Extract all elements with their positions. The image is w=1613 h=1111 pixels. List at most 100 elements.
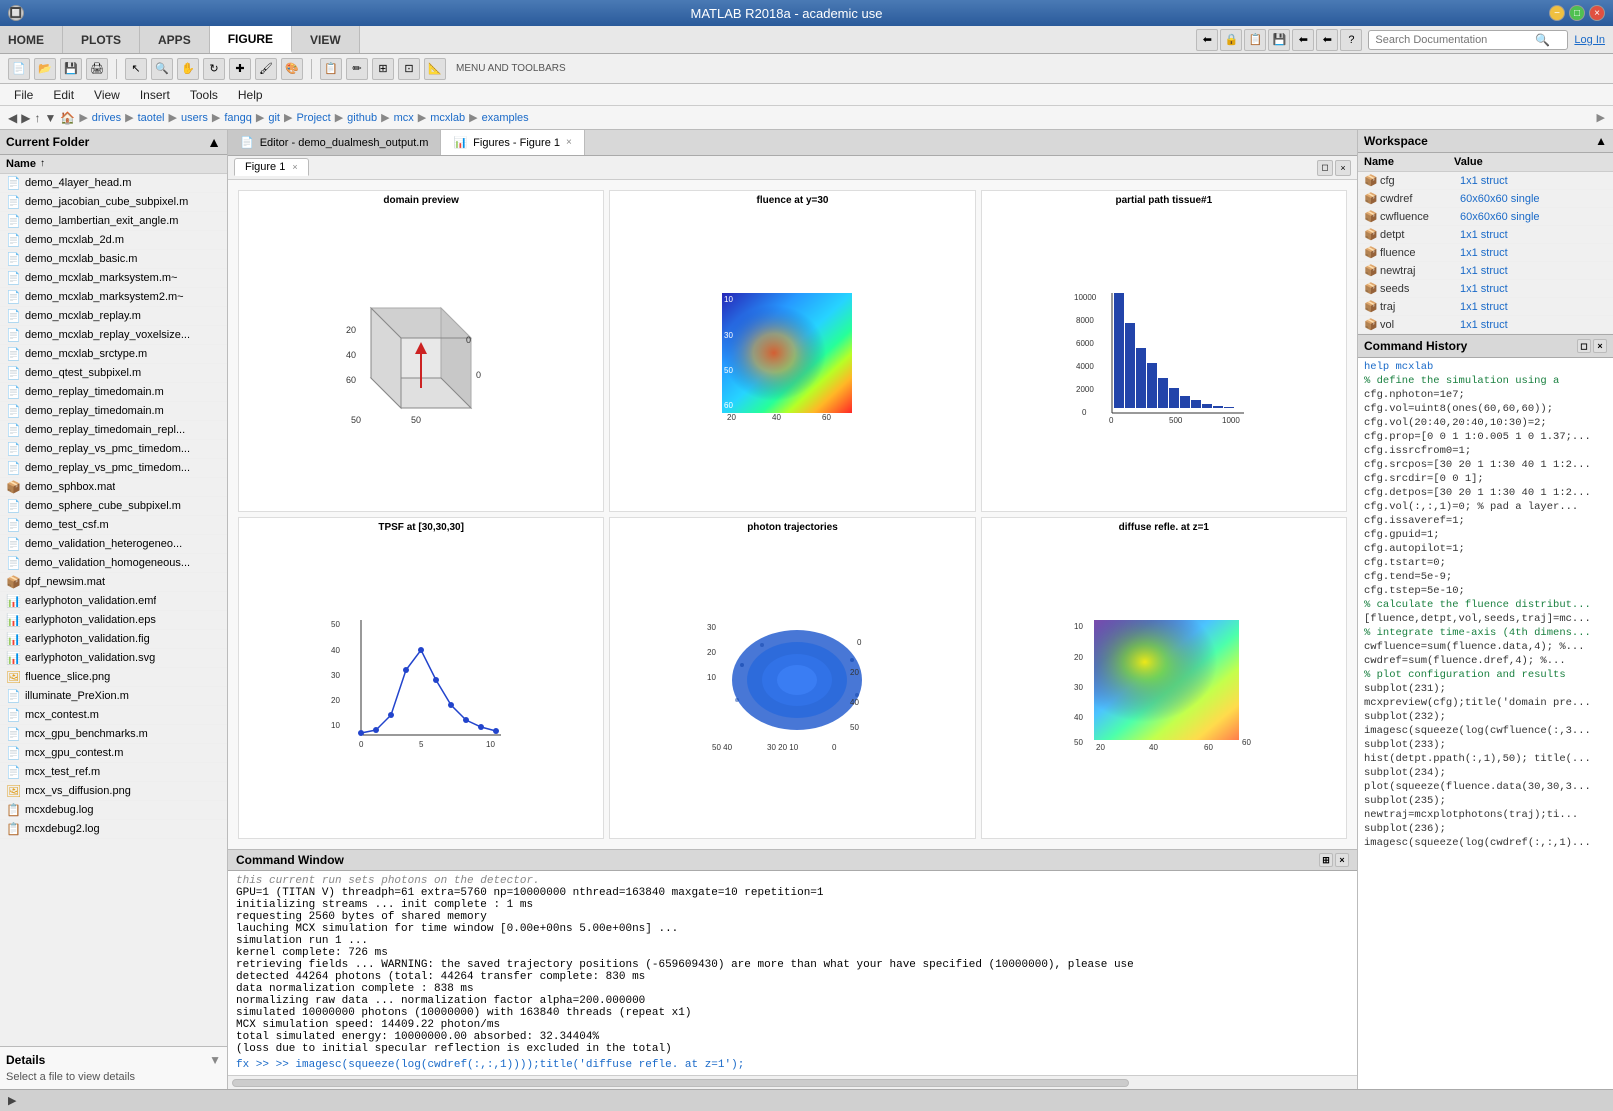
menu-edit[interactable]: Edit bbox=[43, 86, 84, 104]
ch-line[interactable]: cfg.tend=5e-9; bbox=[1362, 570, 1609, 584]
close-button[interactable]: × bbox=[1589, 5, 1605, 21]
folder-item[interactable]: 📄demo_validation_homogeneous... bbox=[0, 554, 227, 573]
figure-tab[interactable]: 📊 Figures - Figure 1 × bbox=[441, 130, 584, 155]
ch-line[interactable]: cfg.srcpos=[30 20 1 1:30 40 1 1:2... bbox=[1362, 458, 1609, 472]
tab-home[interactable]: HOME bbox=[0, 26, 63, 53]
ribbon-colormap[interactable]: 🎨 bbox=[281, 58, 303, 80]
details-expand[interactable]: ▼ bbox=[209, 1053, 221, 1067]
ch-line[interactable]: cfg.vol=uint8(ones(60,60,60)); bbox=[1362, 402, 1609, 416]
ch-body[interactable]: help mcxlab% define the simulation using… bbox=[1358, 358, 1613, 1089]
ribbon-edit-fig[interactable]: ✏ bbox=[346, 58, 368, 80]
folder-item[interactable]: 📄mcx_gpu_benchmarks.m bbox=[0, 725, 227, 744]
cmd-win-expand[interactable]: ⊞ bbox=[1319, 853, 1333, 867]
menu-file[interactable]: File bbox=[4, 86, 43, 104]
command-window-controls[interactable]: ⊞ × bbox=[1319, 853, 1349, 867]
window-controls[interactable]: 🔲 bbox=[8, 5, 24, 21]
folder-item[interactable]: 📦demo_sphbox.mat bbox=[0, 478, 227, 497]
tab-view[interactable]: VIEW bbox=[292, 26, 360, 53]
ch-line[interactable]: plot(squeeze(fluence.data(30,30,3... bbox=[1362, 780, 1609, 794]
folder-item[interactable]: 📄demo_mcxlab_basic.m bbox=[0, 250, 227, 269]
folder-item[interactable]: 📋mcxdebug.log bbox=[0, 801, 227, 820]
path-fangq[interactable]: fangq bbox=[224, 112, 252, 124]
ch-line[interactable]: cfg.issrcfrom0=1; bbox=[1362, 444, 1609, 458]
folder-item[interactable]: 📄mcx_test_ref.m bbox=[0, 763, 227, 782]
tab-figure[interactable]: FIGURE bbox=[210, 26, 292, 53]
tab-apps[interactable]: APPS bbox=[140, 26, 210, 53]
folder-panel-expand[interactable]: ▲ bbox=[207, 134, 221, 150]
path-drives[interactable]: drives bbox=[92, 112, 121, 124]
command-body[interactable]: this current run sets photons on the det… bbox=[228, 871, 1357, 1075]
workspace-variable-row[interactable]: 📦detpt1x1 struct bbox=[1358, 226, 1613, 244]
nav-history[interactable]: ▼ bbox=[44, 111, 56, 125]
folder-item[interactable]: 📊earlyphoton_validation.emf bbox=[0, 592, 227, 611]
ch-line[interactable]: % define the simulation using a bbox=[1362, 374, 1609, 388]
path-github[interactable]: github bbox=[347, 112, 377, 124]
ribbon-cursor[interactable]: ↖ bbox=[125, 58, 147, 80]
fig-ctrl-1[interactable]: ◻ bbox=[1317, 160, 1333, 176]
folder-item[interactable]: 📄demo_replay_vs_pmc_timedom... bbox=[0, 459, 227, 478]
ch-line[interactable]: [fluence,detpt,vol,seeds,traj]=mc... bbox=[1362, 612, 1609, 626]
workspace-expand[interactable]: ▲ bbox=[1595, 134, 1607, 148]
path-users[interactable]: users bbox=[181, 112, 208, 124]
ribbon-new[interactable]: 📄 bbox=[8, 58, 30, 80]
ch-line[interactable]: imagesc(squeeze(log(cwfluence(:,3... bbox=[1362, 724, 1609, 738]
ch-line[interactable]: cfg.vol(20:40,20:40,10:30)=2; bbox=[1362, 416, 1609, 430]
ch-line[interactable]: cfg.tstep=5e-10; bbox=[1362, 584, 1609, 598]
ch-line[interactable]: cfg.srcdir=[0 0 1]; bbox=[1362, 472, 1609, 486]
folder-item[interactable]: 📄demo_validation_heterogeneo... bbox=[0, 535, 227, 554]
folder-item[interactable]: 📄mcx_contest.m bbox=[0, 706, 227, 725]
ch-undock[interactable]: ◻ bbox=[1577, 339, 1591, 353]
ch-line[interactable]: cfg.vol(:,:,1)=0; % pad a layer... bbox=[1362, 500, 1609, 514]
toolbar-icon-3[interactable]: 📋 bbox=[1244, 29, 1266, 51]
ch-line[interactable]: cfg.autopilot=1; bbox=[1362, 542, 1609, 556]
folder-item[interactable]: 📄demo_lambertian_exit_angle.m bbox=[0, 212, 227, 231]
editor-tab[interactable]: 📄 Editor - demo_dualmesh_output.m bbox=[228, 130, 441, 155]
folder-item[interactable]: 📄demo_4layer_head.m bbox=[0, 174, 227, 193]
toolbar-icon-1[interactable]: ⬅ bbox=[1196, 29, 1218, 51]
minimize-button[interactable]: − bbox=[1549, 5, 1565, 21]
ch-line[interactable]: mcxpreview(cfg);title('domain pre... bbox=[1362, 696, 1609, 710]
folder-item[interactable]: 📄demo_mcxlab_replay_voxelsize... bbox=[0, 326, 227, 345]
folder-col-header[interactable]: Name ↑ bbox=[0, 155, 227, 174]
cmd-win-close[interactable]: × bbox=[1335, 853, 1349, 867]
nav-back[interactable]: ◀ bbox=[8, 111, 17, 125]
toolbar-icon-7[interactable]: ? bbox=[1340, 29, 1362, 51]
folder-item[interactable]: 📋mcxdebug2.log bbox=[0, 820, 227, 839]
ribbon-copy[interactable]: 📋 bbox=[320, 58, 342, 80]
toolbar-icon-5[interactable]: ⬅ bbox=[1292, 29, 1314, 51]
nav-forward[interactable]: ▶ bbox=[21, 111, 30, 125]
ribbon-subplot[interactable]: ⊡ bbox=[398, 58, 420, 80]
folder-item[interactable]: 📊earlyphoton_validation.fig bbox=[0, 630, 227, 649]
ribbon-axes[interactable]: 📐 bbox=[424, 58, 446, 80]
workspace-variable-row[interactable]: 📦vol1x1 struct bbox=[1358, 316, 1613, 334]
workspace-variable-row[interactable]: 📦fluence1x1 struct bbox=[1358, 244, 1613, 262]
h-scroll-thumb[interactable] bbox=[232, 1079, 1129, 1087]
ribbon-fig-size[interactable]: ⊞ bbox=[372, 58, 394, 80]
ch-line[interactable]: cfg.detpos=[30 20 1 1:30 40 1 1:2... bbox=[1362, 486, 1609, 500]
workspace-variable-row[interactable]: 📦cwfluence60x60x60 single bbox=[1358, 208, 1613, 226]
menu-view[interactable]: View bbox=[84, 86, 130, 104]
ribbon-open[interactable]: 📂 bbox=[34, 58, 56, 80]
ch-line[interactable]: hist(detpt.ppath(:,1),50); title(... bbox=[1362, 752, 1609, 766]
nav-home[interactable]: 🏠 bbox=[60, 111, 75, 125]
folder-item[interactable]: 📄demo_test_csf.m bbox=[0, 516, 227, 535]
ch-line[interactable]: subplot(235); bbox=[1362, 794, 1609, 808]
folder-item[interactable]: 📄illuminate_PreXion.m bbox=[0, 687, 227, 706]
figure-tab-close[interactable]: × bbox=[566, 137, 572, 148]
workspace-variable-row[interactable]: 📦cfg1x1 struct bbox=[1358, 172, 1613, 190]
tab-plots[interactable]: PLOTS bbox=[63, 26, 140, 53]
menu-help[interactable]: Help bbox=[228, 86, 273, 104]
toolbar-icon-6[interactable]: ⬅ bbox=[1316, 29, 1338, 51]
ch-line[interactable]: cfg.gpuid=1; bbox=[1362, 528, 1609, 542]
menu-insert[interactable]: Insert bbox=[130, 86, 180, 104]
ch-controls[interactable]: ◻ × bbox=[1577, 339, 1607, 353]
ribbon-zoom[interactable]: 🔍 bbox=[151, 58, 173, 80]
folder-item[interactable]: 📄demo_mcxlab_marksystem.m~ bbox=[0, 269, 227, 288]
path-mcxlab[interactable]: mcxlab bbox=[430, 112, 465, 124]
folder-item[interactable]: 📄demo_qtest_subpixel.m bbox=[0, 364, 227, 383]
workspace-variable-row[interactable]: 📦seeds1x1 struct bbox=[1358, 280, 1613, 298]
folder-item[interactable]: 🖼mcx_vs_diffusion.png bbox=[0, 782, 227, 801]
folder-item[interactable]: 🖼fluence_slice.png bbox=[0, 668, 227, 687]
folder-item[interactable]: 📄mcx_gpu_contest.m bbox=[0, 744, 227, 763]
path-expand[interactable]: ▶ bbox=[1597, 111, 1605, 124]
